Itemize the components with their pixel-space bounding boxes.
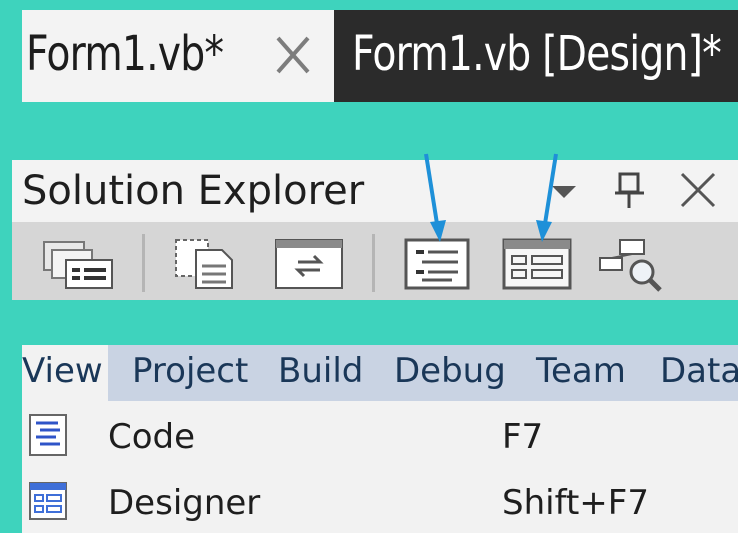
menu-item-data[interactable]: Data [660,351,738,391]
annotation-arrow-icon [424,153,558,242]
menu-item-project[interactable]: Project [132,351,248,391]
solution-explorer-header: Solution Explorer [12,160,738,222]
toolbar-separator [372,234,375,292]
designer-icon [28,479,68,523]
view-menu-dropdown: Code F7 Designer Shift+F7 [22,401,738,533]
solution-explorer-toolbar [12,222,738,300]
close-icon[interactable] [678,168,718,212]
toolbar-separator [142,234,145,292]
menu-entry-shortcut: F7 [502,417,544,457]
menu-entry-designer[interactable]: Designer Shift+F7 [22,467,738,533]
menu-bar: View Project Build Debug Team Data [22,345,738,401]
tab-label: Form1.vb* [26,26,224,82]
tab-form1-design[interactable]: Form1.vb [Design]* [334,10,738,102]
menu-item-view[interactable]: View [22,345,108,401]
properties-icon[interactable] [42,236,118,292]
tab-form1-code[interactable]: Form1.vb* [22,10,334,102]
code-icon [28,413,68,457]
show-all-files-icon[interactable] [172,236,248,292]
solution-explorer-title: Solution Explorer [22,168,365,214]
document-tab-strip: Form1.vb* Form1.vb [Design]* [22,10,738,102]
menu-entry-code[interactable]: Code F7 [22,401,738,467]
menu-entry-label: Code [108,417,196,457]
menu-entry-shortcut: Shift+F7 [502,483,649,523]
pin-icon[interactable] [610,168,650,212]
tab-label: Form1.vb [Design]* [352,26,722,82]
menu-item-label: View [22,351,103,391]
menu-item-debug[interactable]: Debug [394,351,506,391]
refresh-icon[interactable] [272,236,348,292]
menu-entry-label: Designer [108,483,261,523]
menu-item-team[interactable]: Team [536,351,626,391]
menu-item-build[interactable]: Build [278,351,363,391]
close-icon[interactable] [274,32,312,78]
class-diagram-icon[interactable] [598,236,674,292]
